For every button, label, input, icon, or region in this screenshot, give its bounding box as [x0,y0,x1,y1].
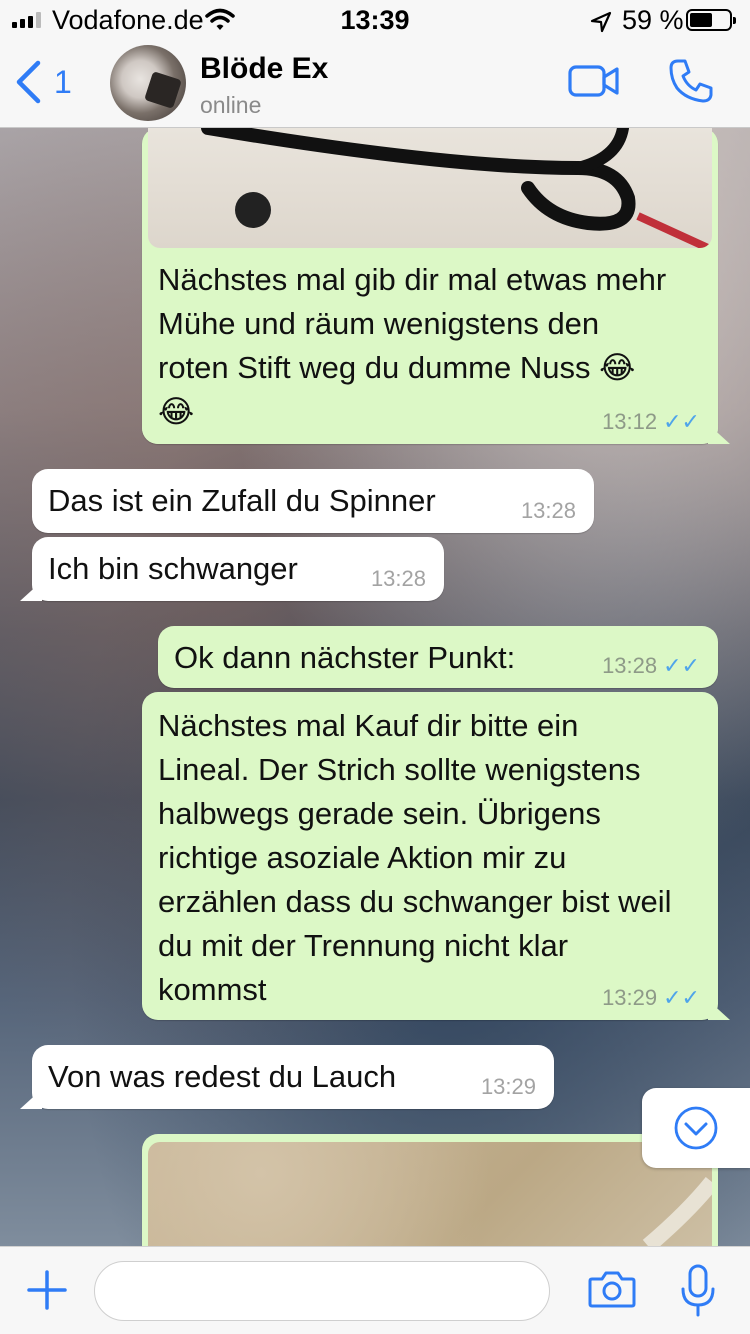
scroll-to-bottom-button[interactable] [642,1088,750,1168]
message-bubble-incoming[interactable]: Von was redest du Lauch 13:29 [20,1045,554,1109]
message-text: Nächstes mal gib dir mal etwas mehr Mühe… [158,262,667,429]
message-meta: 13:12 ✓✓ [602,410,700,434]
message-bubble-outgoing[interactable]: Ok dann nächster Punkt: 13:28 ✓✓ [158,626,718,688]
camera-button[interactable] [588,1269,636,1314]
read-receipt-icon: ✓✓ [663,653,700,678]
message-image[interactable] [148,128,712,248]
message-time: 13:29 [602,985,658,1010]
unread-count: 1 [54,63,72,100]
read-receipt-icon: ✓✓ [663,409,700,434]
microphone-button[interactable] [680,1263,716,1324]
battery-percent: 59 % [622,5,684,35]
message-time: 13:28 [370,566,426,591]
back-button[interactable]: 1 [14,60,72,104]
chevron-left-icon [16,60,41,104]
contact-status: online [200,92,262,118]
attach-button[interactable] [26,1269,68,1316]
read-receipt-icon: ✓✓ [663,985,700,1010]
camera-icon [588,1271,636,1308]
voice-call-button[interactable] [668,58,714,109]
message-image[interactable] [148,1142,712,1246]
plus-icon [27,1270,67,1310]
video-camera-icon [568,65,619,97]
message-text: Ok dann nächster Punkt: [174,640,516,675]
video-call-button[interactable] [568,64,620,103]
message-bubble-outgoing[interactable]: Nächstes mal gib dir mal etwas mehr Mühe… [142,248,718,444]
location-arrow-icon [590,9,612,40]
message-input[interactable] [94,1261,550,1321]
message-time: 13:29 [480,1074,536,1099]
message-text: Nächstes mal Kauf dir bitte ein Lineal. … [158,708,672,1007]
message-composer [0,1246,750,1334]
message-bubble-incoming[interactable]: Ich bin schwanger 13:28 [20,537,444,601]
message-meta: 13:28 ✓✓ [602,654,700,678]
chat-header: 1 Blöde Ex online [0,40,750,128]
message-time: 13:12 [602,409,658,434]
message-time: 13:28 [602,653,658,678]
microphone-icon [681,1264,715,1317]
message-bubble-outgoing[interactable]: Nächstes mal Kauf dir bitte ein Lineal. … [142,692,730,1020]
message-bubble-incoming[interactable]: Das ist ein Zufall du Spinner 13:28 [32,469,594,533]
avatar[interactable] [110,45,186,121]
message-text: Das ist ein Zufall du Spinner [48,483,436,518]
chevron-down-circle-icon [674,1106,718,1150]
message-time: 13:28 [520,498,576,523]
phone-icon [669,59,713,103]
message-text: Ich bin schwanger [48,551,298,586]
status-bar: Vodafone.de 13:39 59 % [0,0,750,40]
message-meta: 13:29 ✓✓ [602,986,700,1010]
battery-icon [686,9,736,31]
message-text: Von was redest du Lauch [48,1059,397,1094]
contact-name[interactable]: Blöde Ex [200,52,328,86]
